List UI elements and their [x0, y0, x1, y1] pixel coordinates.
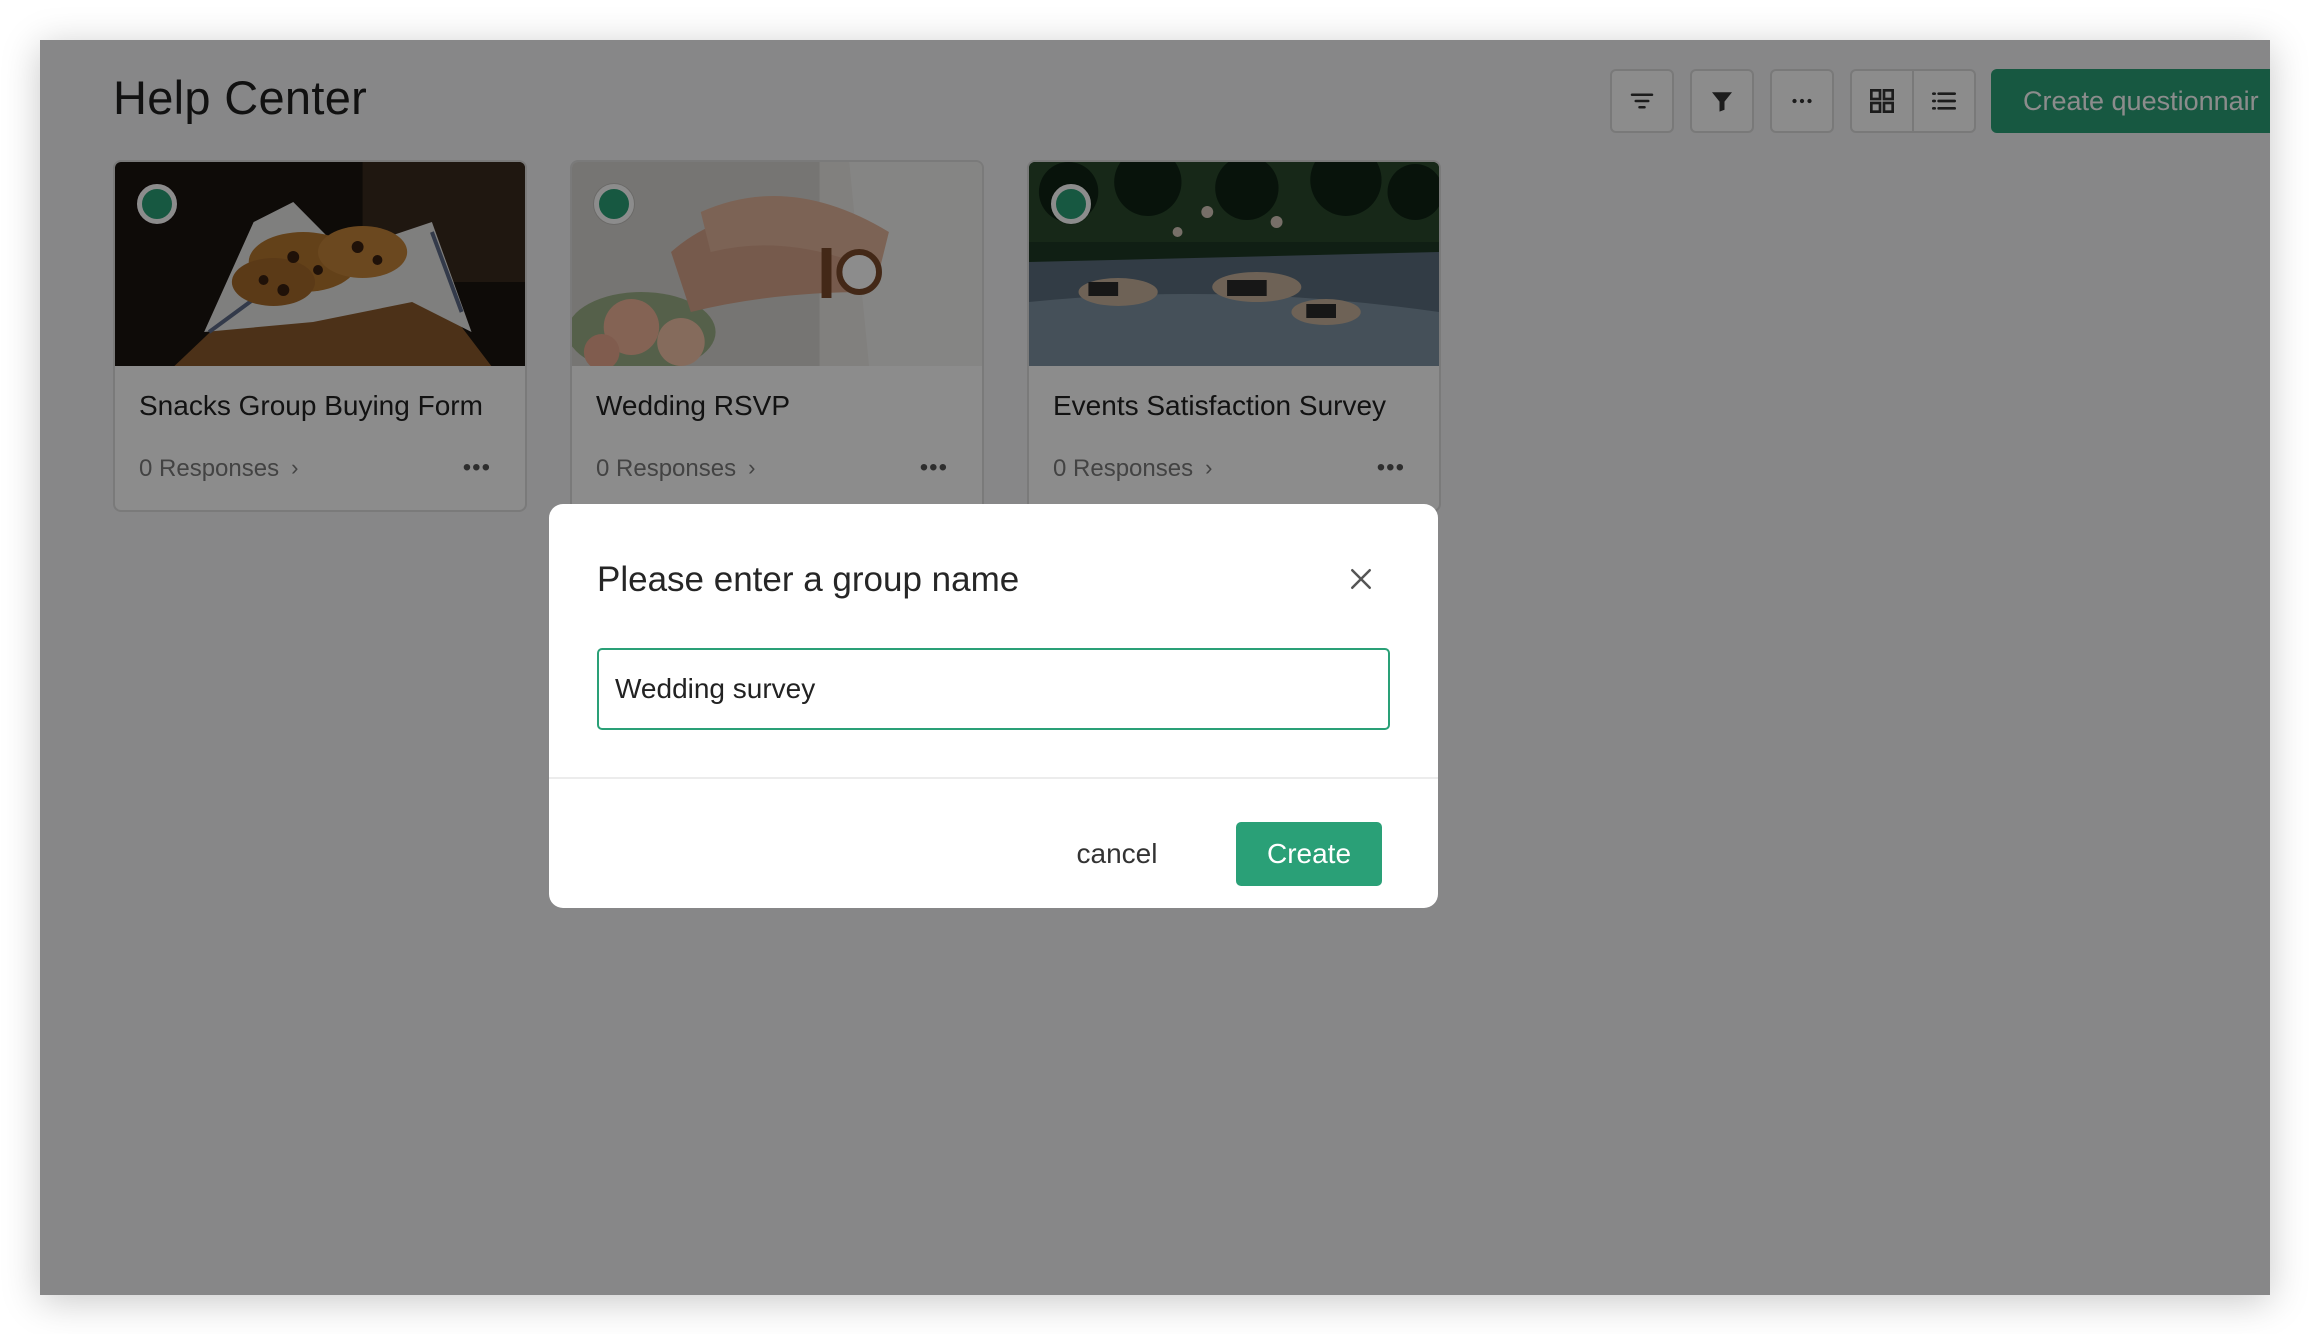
group-name-input[interactable] [597, 648, 1390, 730]
cancel-button[interactable]: cancel [1049, 822, 1185, 886]
create-button[interactable]: Create [1236, 822, 1382, 886]
app-window: Help Center Create questionnair Snacks G… [40, 40, 2270, 1295]
dialog-title: Please enter a group name [597, 560, 1020, 599]
divider [549, 777, 1438, 779]
group-name-dialog: Please enter a group name cancel Create [549, 504, 1438, 908]
close-icon[interactable] [1346, 564, 1376, 594]
